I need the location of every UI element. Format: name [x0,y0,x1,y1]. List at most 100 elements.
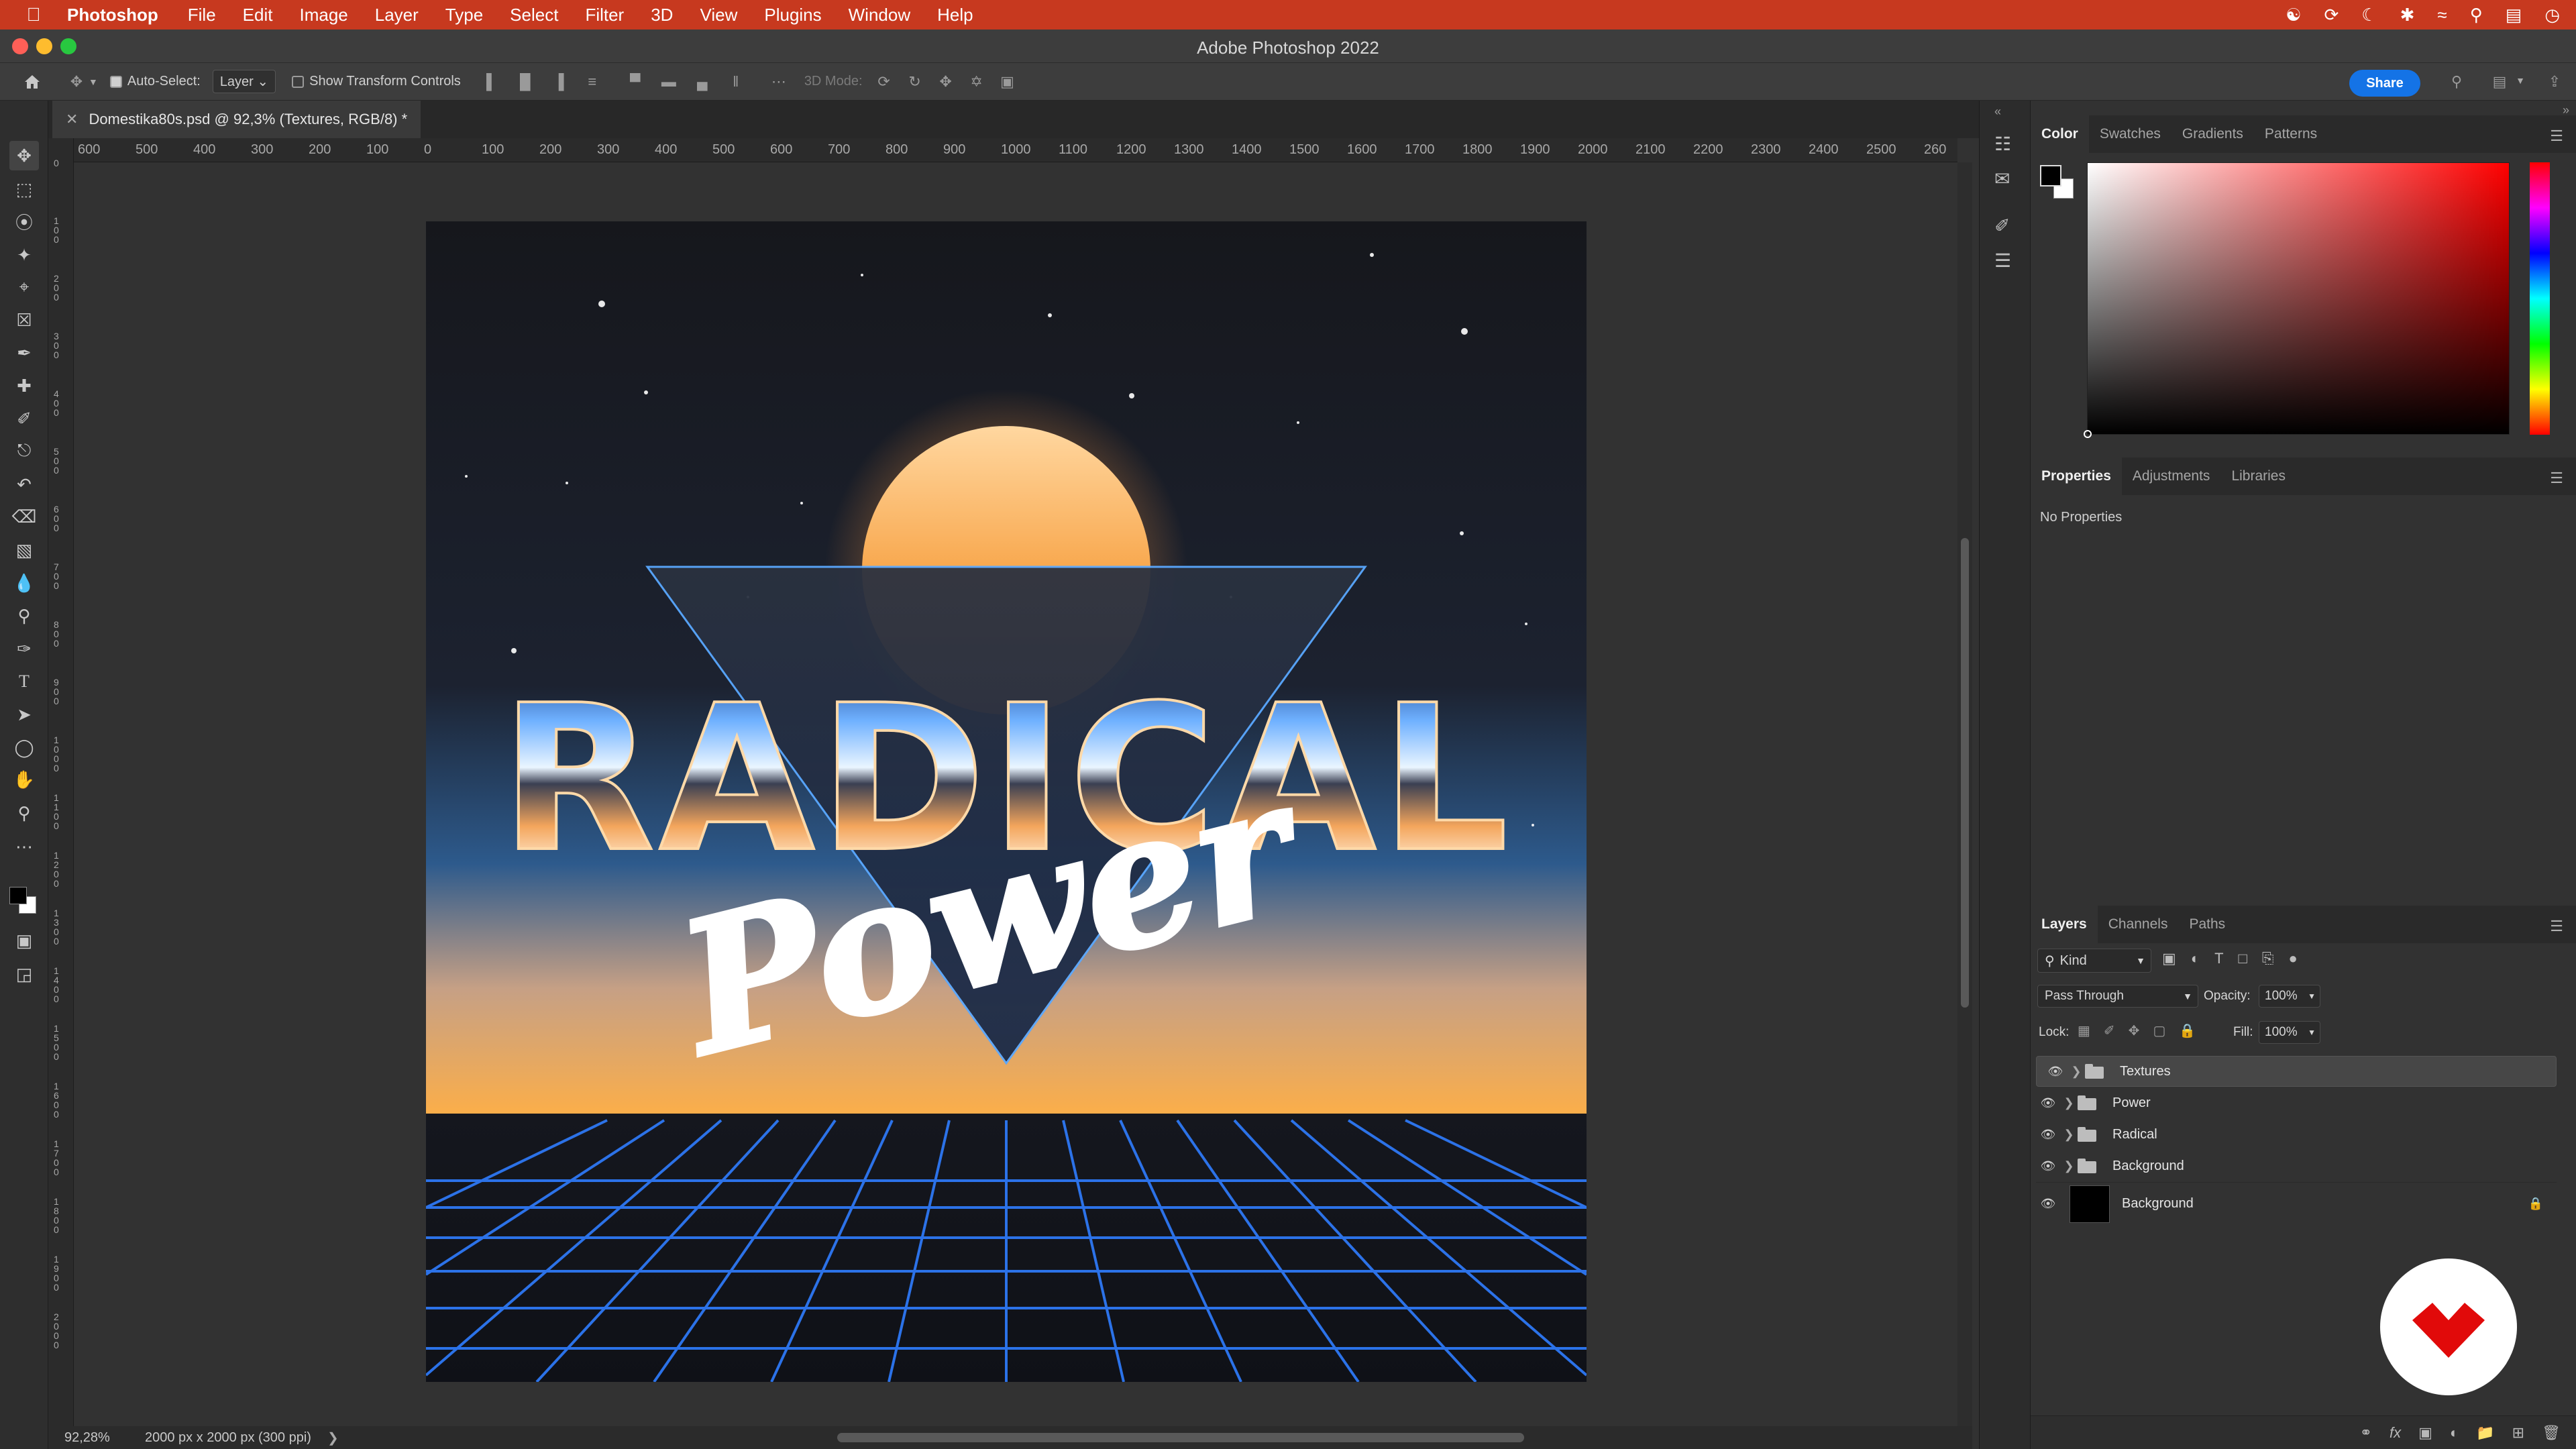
horizontal-scroll-thumb[interactable] [837,1433,1524,1442]
visibility-eye-icon[interactable]: 👁 [2036,1159,2060,1173]
expand-group-icon[interactable]: ❯ [2060,1128,2078,1142]
layer-row[interactable]: 👁 ❯ Textures [2036,1056,2557,1087]
collapse-panels-icon[interactable]: « [1994,105,2001,119]
history-brush-icon[interactable]: ↶ [9,470,39,499]
menu-layer[interactable]: Layer [375,5,419,25]
zoom-icon[interactable]: ⚲ [9,798,39,828]
frame-icon[interactable]: ☒ [9,305,39,335]
color-picker-cursor[interactable] [2084,430,2092,438]
align-top-icon[interactable]: ▀ [623,70,647,94]
layer-fx-icon[interactable]: fx [2390,1424,2401,1442]
delete-layer-icon[interactable]: 🗑 [2542,1424,2561,1442]
auto-select-target-dropdown[interactable]: Layer ⌄ [212,70,276,93]
expand-group-icon[interactable]: ❯ [2060,1096,2078,1110]
vertical-scroll-thumb[interactable] [1961,538,1969,1008]
vertical-scrollbar[interactable] [1957,162,1972,1426]
panel-color-swatches[interactable] [2040,165,2074,199]
status-chevron-icon[interactable]: ❯ [327,1430,339,1446]
slide-3d-icon[interactable]: ✡ [965,70,989,94]
menu-3d[interactable]: 3D [651,5,673,25]
layer-name[interactable]: Textures [2120,1064,2171,1079]
layer-name[interactable]: Radical [2112,1127,2157,1142]
home-icon[interactable] [20,70,44,94]
layer-row[interactable]: 👁 ❯ Background [2036,1150,2557,1181]
menu-select[interactable]: Select [510,5,558,25]
align-right-icon[interactable]: ▐ [547,70,571,94]
comments-panel-icon[interactable]: ✉ [1994,168,2010,190]
creative-cloud-icon[interactable]: ☯ [2286,5,2301,25]
history-panel-icon[interactable]: ☷ [1994,133,2011,155]
tab-patterns[interactable]: Patterns [2254,115,2328,153]
eraser-icon[interactable]: ⌫ [9,502,39,531]
layers-panel-menu-icon[interactable]: ☰ [2550,918,2563,935]
layer-name[interactable]: Background [2112,1159,2184,1174]
filter-shape-icon[interactable]: □ [2239,950,2247,967]
screen-mode-icon[interactable]: ◲ [9,959,39,989]
share-export-icon[interactable]: ⇪ [2542,70,2567,94]
close-tab-icon[interactable]: ✕ [66,111,78,128]
menu-view[interactable]: View [700,5,737,25]
menu-window[interactable]: Window [849,5,910,25]
brush-icon[interactable]: ✐ [9,404,39,433]
workspace-icon[interactable]: ▤ [2487,70,2512,94]
filter-pixel-icon[interactable]: ▣ [2162,950,2176,967]
apple-menu-icon[interactable]:  [0,4,67,25]
filter-toggle-icon[interactable]: ● [2288,950,2297,967]
filter-adjustment-icon[interactable]: ◐ [2191,950,2200,967]
expand-group-icon[interactable]: ❯ [2060,1159,2078,1173]
align-middle-v-icon[interactable]: ▬ [657,70,681,94]
document-tab[interactable]: ✕ Domestika80s.psd @ 92,3% (Textures, RG… [52,101,421,138]
magic-wand-icon[interactable]: ✦ [9,240,39,270]
menu-image[interactable]: Image [299,5,347,25]
menu-edit[interactable]: Edit [243,5,273,25]
opacity-field[interactable]: 100% ▼ [2259,985,2320,1008]
layer-name[interactable]: Background [2122,1196,2194,1212]
spotlight-search-icon[interactable]: ⚲ [2470,5,2483,25]
tab-adjustments[interactable]: Adjustments [2122,458,2221,495]
color-swatches[interactable] [9,887,39,916]
new-group-icon[interactable]: 📁 [2476,1424,2494,1442]
move-tool-preset-icon[interactable]: ✥ [64,70,89,94]
expand-group-icon[interactable]: ❯ [2068,1065,2085,1079]
gradient-icon[interactable]: ▧ [9,535,39,565]
lock-image-icon[interactable]: ✐ [2104,1022,2115,1039]
roll-3d-icon[interactable]: ↻ [903,70,927,94]
layer-name[interactable]: Power [2112,1095,2151,1111]
fill-field[interactable]: 100% ▼ [2259,1021,2320,1044]
menu-file[interactable]: File [188,5,216,25]
clock-icon[interactable]: ◷ [2544,5,2560,25]
preset-chevron-icon[interactable]: ▼ [89,76,98,87]
workspace-chevron-icon[interactable]: ▼ [2516,75,2525,86]
wifi-icon[interactable]: ≈ [2437,5,2447,25]
lock-artboard-icon[interactable]: ▢ [2153,1022,2165,1039]
ellipse-icon[interactable]: ◯ [9,733,39,762]
blend-mode-dropdown[interactable]: Pass Through ▼ [2037,985,2198,1008]
hand-icon[interactable]: ✋ [9,765,39,794]
new-adjustment-icon[interactable]: ◐ [2450,1424,2459,1442]
quick-mask-icon[interactable]: ▣ [9,926,39,955]
tab-color[interactable]: Color [2031,115,2089,153]
new-layer-icon[interactable]: ⊞ [2512,1424,2524,1442]
move-icon[interactable]: ✥ [9,141,39,170]
camera-3d-icon[interactable]: ▣ [996,70,1020,94]
more-options-icon[interactable]: ⋯ [767,70,791,94]
more-icon[interactable]: ⋯ [9,832,39,861]
adjust-panel-icon[interactable]: ☰ [1994,250,2011,272]
lock-transparent-icon[interactable]: ▦ [2078,1022,2090,1039]
tab-properties[interactable]: Properties [2031,458,2122,495]
dodge-icon[interactable]: ⚲ [9,601,39,631]
marquee-icon[interactable]: ⬚ [9,174,39,204]
pen-icon[interactable]: ✑ [9,634,39,663]
pan-3d-icon[interactable]: ✥ [934,70,958,94]
add-mask-icon[interactable]: ▣ [2418,1424,2432,1442]
search-icon[interactable]: ⚲ [2445,70,2469,94]
tab-libraries[interactable]: Libraries [2220,458,2296,495]
visibility-eye-icon[interactable]: 👁 [2036,1197,2060,1211]
type-icon[interactable]: T [9,667,39,696]
filter-type-icon[interactable]: T [2214,950,2223,967]
layer-filter-dropdown[interactable]: ⚲ Kind ▼ [2037,949,2151,973]
canvas-area[interactable]: RADICAL Power [74,162,1957,1426]
align-center-h-icon[interactable]: █ [513,70,537,94]
distribute-h-icon[interactable]: ‖ [724,70,748,94]
hue-slider[interactable] [2530,162,2550,435]
